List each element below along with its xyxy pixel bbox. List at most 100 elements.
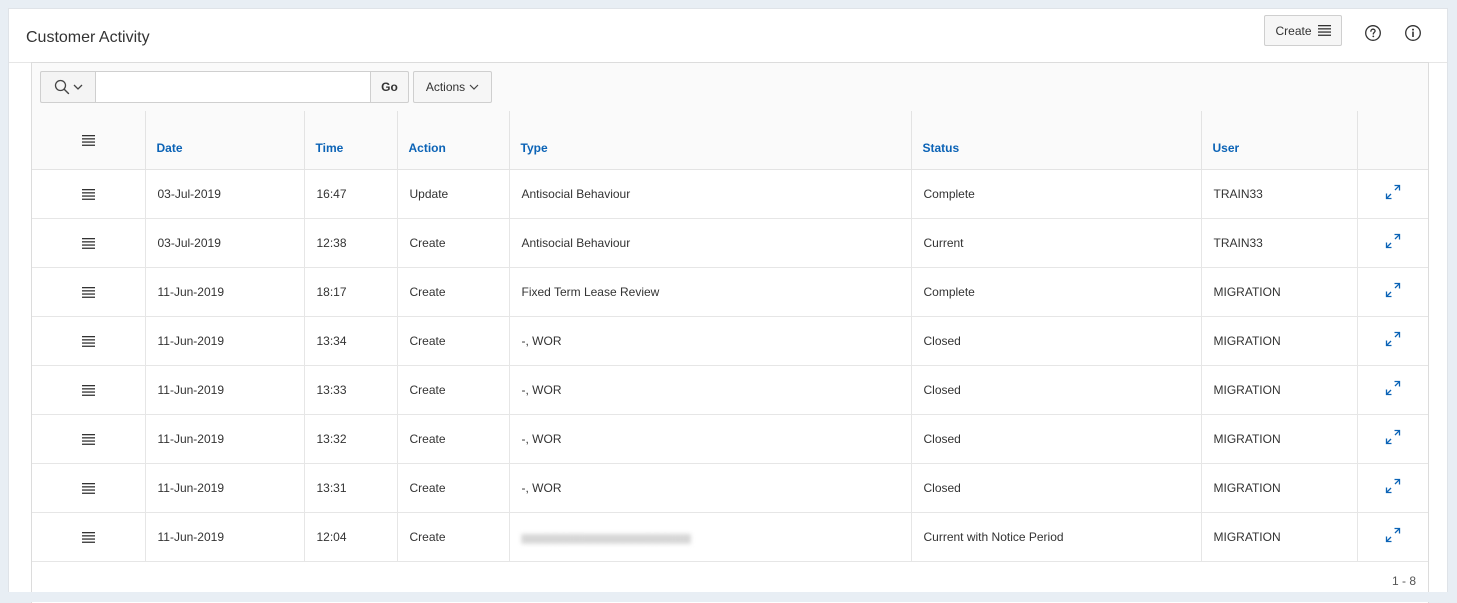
cell-user: TRAIN33: [1201, 218, 1358, 268]
chevron-down-icon: [73, 84, 82, 90]
hamburger-icon: [81, 188, 95, 200]
cell-date: 11-Jun-2019: [145, 316, 305, 366]
cell-date: 11-Jun-2019: [145, 463, 305, 513]
row-link-button[interactable]: [1357, 512, 1428, 562]
row-link-button[interactable]: [1357, 267, 1428, 317]
row-actions-button[interactable]: [32, 512, 146, 562]
search-column-menu[interactable]: [40, 71, 95, 103]
create-button-label: Create: [1275, 23, 1312, 38]
column-header-action[interactable]: Action: [397, 111, 510, 170]
column-header-user[interactable]: User: [1201, 111, 1358, 170]
report-body: 03-Jul-2019 16:47 Update Antisocial Behavio…: [32, 169, 1428, 562]
cell-action: Create: [397, 267, 510, 317]
hamburger-icon: [81, 384, 95, 396]
actions-label: Actions: [425, 80, 466, 94]
cell-user: MIGRATION: [1201, 512, 1358, 562]
cell-status: Current: [911, 218, 1202, 268]
cell-action: Create: [397, 218, 510, 268]
row-link-button[interactable]: [1357, 169, 1428, 219]
cell-type: -, WOR: [509, 316, 912, 366]
cell-type: -, WOR: [509, 463, 912, 513]
cell-status: Complete: [911, 169, 1202, 219]
report-toolbar: Go Actions: [32, 63, 1428, 112]
cell-status: Closed: [911, 463, 1202, 513]
expand-icon: [1385, 429, 1400, 445]
table-row: 11-Jun-2019 13:32 Create -, WOR Closed MIGRAT…: [32, 414, 1428, 464]
expand-icon: [1385, 184, 1400, 200]
search-input[interactable]: [95, 71, 370, 103]
row-actions-button[interactable]: [32, 414, 146, 464]
go-button[interactable]: Go: [370, 71, 409, 103]
hamburger-icon: [81, 335, 95, 347]
interactive-report: Go Actions Date Time Action Type Status …: [31, 62, 1429, 603]
table-row: 03-Jul-2019 16:47 Update Antisocial Behavio…: [32, 169, 1428, 219]
row-link-button[interactable]: [1357, 218, 1428, 268]
hamburger-icon: [81, 531, 95, 543]
cell-time: 13:34: [304, 316, 398, 366]
table-row: 11-Jun-2019 12:04 Create ▆▆▆▆▆▆▆▆▆▆▆▆▆▆▆▆▆▆…: [32, 512, 1428, 562]
cell-date: 03-Jul-2019: [145, 169, 305, 219]
row-actions-button[interactable]: [32, 463, 146, 513]
cell-user: MIGRATION: [1201, 365, 1358, 415]
hamburger-icon: [81, 433, 95, 445]
column-header-date[interactable]: Date: [145, 111, 305, 170]
cell-type: Fixed Term Lease Review: [509, 267, 912, 317]
cell-type: ▆▆▆▆▆▆▆▆▆▆▆▆▆▆▆▆▆▆▆▆: [509, 512, 912, 562]
cell-time: 12:04: [304, 512, 398, 562]
row-actions-button[interactable]: [32, 218, 146, 268]
cell-status: Complete: [911, 267, 1202, 317]
cell-action: Create: [397, 463, 510, 513]
create-button[interactable]: Create: [1264, 15, 1342, 46]
row-actions-button[interactable]: [32, 267, 146, 317]
info-icon[interactable]: [1404, 24, 1422, 42]
cell-user: MIGRATION: [1201, 414, 1358, 464]
report-table: Date Time Action Type Status User 03-Jul…: [32, 111, 1428, 562]
cell-status: Closed: [911, 414, 1202, 464]
column-header-status[interactable]: Status: [911, 111, 1202, 170]
cell-date: 11-Jun-2019: [145, 512, 305, 562]
redacted-address: ▆▆▆▆▆▆▆▆▆▆▆▆▆▆▆▆▆▆▆▆: [521, 531, 691, 544]
cell-time: 16:47: [304, 169, 398, 219]
row-actions-button[interactable]: [32, 316, 146, 366]
cell-user: MIGRATION: [1201, 267, 1358, 317]
pagination-label: 1 - 8: [1391, 574, 1416, 588]
cell-date: 11-Jun-2019: [145, 267, 305, 317]
cell-user: TRAIN33: [1201, 169, 1358, 219]
table-row: 11-Jun-2019 13:33 Create -, WOR Closed MIGRAT…: [32, 365, 1428, 415]
expand-icon: [1385, 380, 1400, 396]
column-header-time[interactable]: Time: [304, 111, 398, 170]
row-link-button[interactable]: [1357, 414, 1428, 464]
actions-menu-button[interactable]: Actions: [413, 71, 492, 103]
row-link-button[interactable]: [1357, 463, 1428, 513]
customer-activity-region: Customer Activity Create Go Actions Date…: [8, 8, 1448, 603]
expand-icon: [1385, 282, 1400, 298]
cell-type: Antisocial Behaviour: [509, 218, 912, 268]
row-actions-button[interactable]: [32, 169, 146, 219]
cell-status: Current with Notice Period: [911, 512, 1202, 562]
expand-icon: [1385, 478, 1400, 494]
cell-type: Antisocial Behaviour: [509, 169, 912, 219]
cell-date: 11-Jun-2019: [145, 365, 305, 415]
expand-icon: [1385, 233, 1400, 249]
cell-action: Create: [397, 365, 510, 415]
column-header-type[interactable]: Type: [509, 111, 912, 170]
chevron-down-icon: [469, 84, 479, 90]
cell-status: Closed: [911, 365, 1202, 415]
row-link-button[interactable]: [1357, 316, 1428, 366]
help-icon[interactable]: [1364, 24, 1382, 42]
row-link-button[interactable]: [1357, 365, 1428, 415]
expand-icon: [1385, 331, 1400, 347]
cell-date: 11-Jun-2019: [145, 414, 305, 464]
page-bottom-strip: [0, 592, 1457, 602]
cell-user: MIGRATION: [1201, 316, 1358, 366]
cell-action: Create: [397, 414, 510, 464]
cell-type: -, WOR: [509, 414, 912, 464]
cell-user: MIGRATION: [1201, 463, 1358, 513]
expand-icon: [1385, 527, 1400, 543]
search-bar: Go: [40, 71, 409, 103]
table-row: 03-Jul-2019 12:38 Create Antisocial Behavio…: [32, 218, 1428, 268]
cell-action: Create: [397, 512, 510, 562]
table-header-row: Date Time Action Type Status User: [32, 111, 1428, 170]
row-actions-button[interactable]: [32, 365, 146, 415]
table-row: 11-Jun-2019 13:34 Create -, WOR Closed MIGRAT…: [32, 316, 1428, 366]
